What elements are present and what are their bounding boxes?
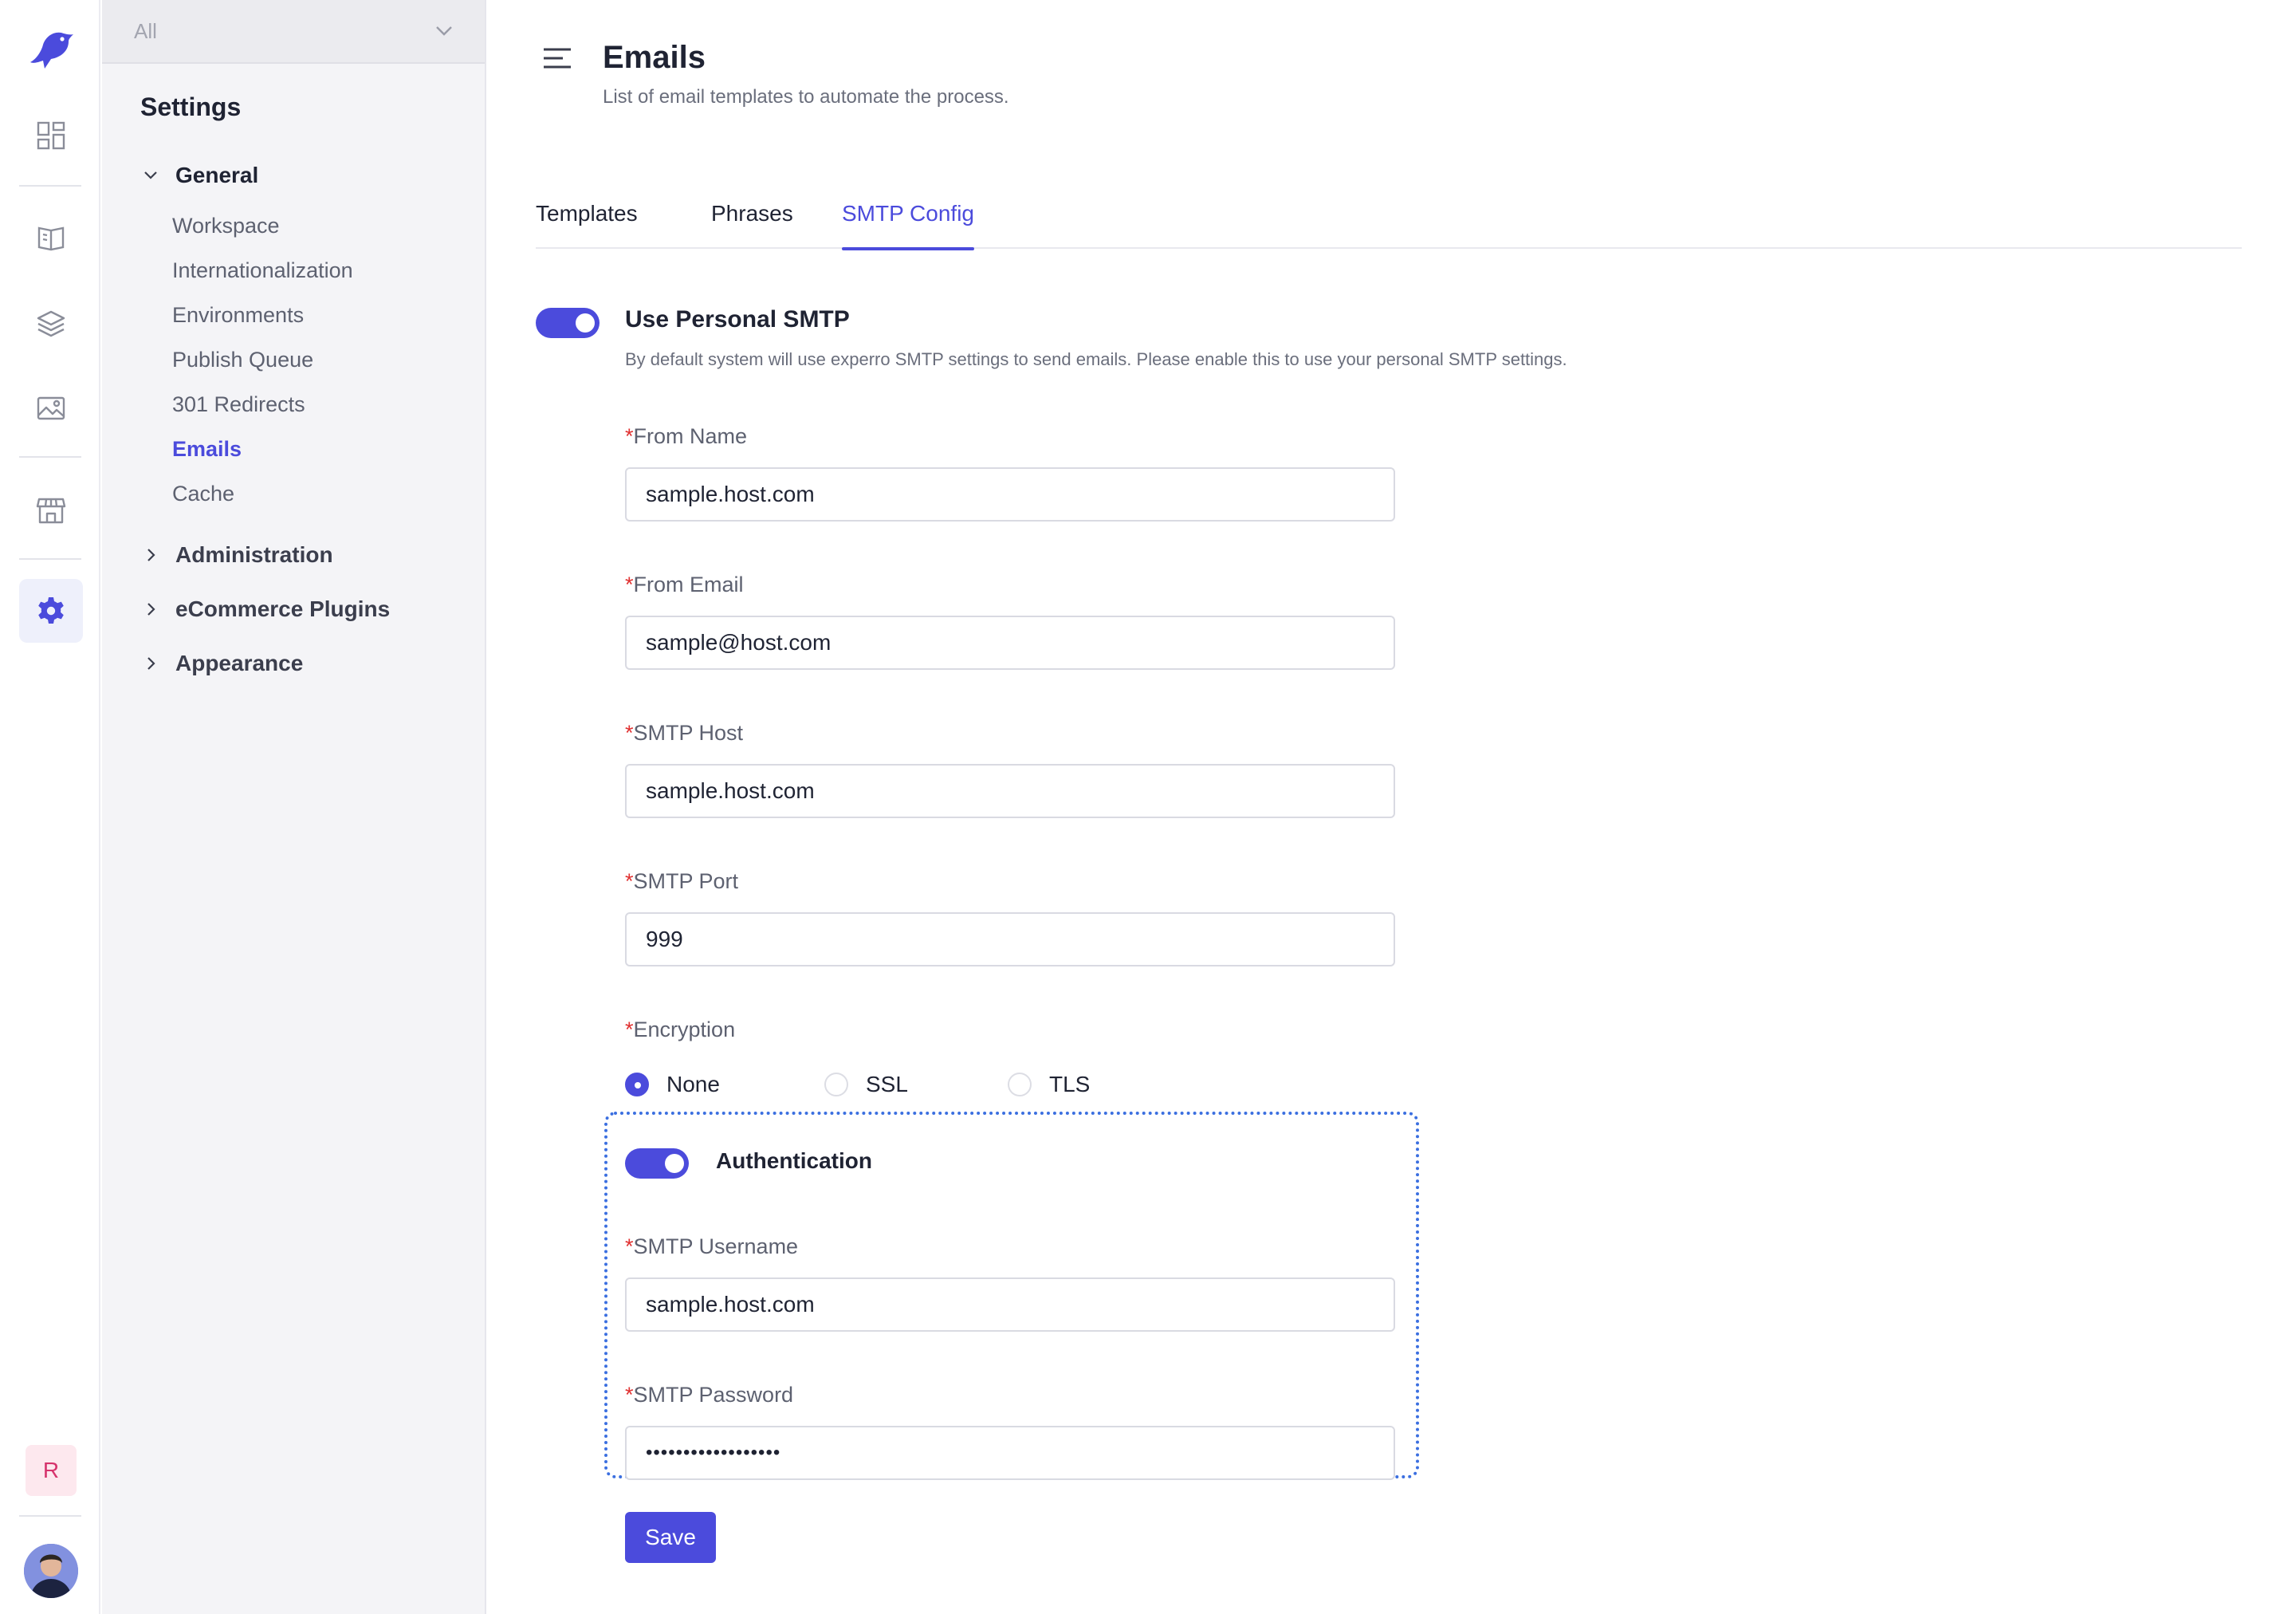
menu-icon[interactable] xyxy=(542,46,572,70)
authentication-label: Authentication xyxy=(716,1148,872,1173)
page-title: Emails xyxy=(603,40,706,75)
image-icon[interactable] xyxy=(19,376,83,440)
save-button[interactable]: Save xyxy=(625,1512,716,1563)
settings-sidebar: All Settings General Workspace Internati… xyxy=(102,0,486,1614)
workspace-badge[interactable]: R xyxy=(26,1445,77,1496)
nav-item-publish-queue[interactable]: Publish Queue xyxy=(172,348,313,372)
rail-divider xyxy=(19,558,81,560)
radio-button-selected[interactable] xyxy=(625,1073,649,1096)
from-name-label: *From Name xyxy=(625,424,747,449)
nav-group-label: eCommerce Plugins xyxy=(175,596,391,621)
workspace-select[interactable]: All xyxy=(102,0,485,64)
field-label-text: SMTP Port xyxy=(633,869,739,893)
required-mark: * xyxy=(625,1383,634,1407)
from-email-label: *From Email xyxy=(625,573,744,597)
page-subtitle: List of email templates to automate the … xyxy=(603,86,1009,108)
store-icon[interactable] xyxy=(19,478,83,542)
radio-label: TLS xyxy=(1049,1072,1091,1096)
smtp-port-field[interactable]: 999 xyxy=(625,912,1395,966)
encryption-option-ssl[interactable]: SSL xyxy=(824,1072,908,1097)
toggle-knob xyxy=(576,313,595,333)
tab-smtp-config[interactable]: SMTP Config xyxy=(842,201,974,250)
required-mark: * xyxy=(625,1018,634,1041)
from-email-field[interactable]: sample@host.com xyxy=(625,616,1395,670)
settings-title: Settings xyxy=(140,93,242,121)
nav-item-workspace[interactable]: Workspace xyxy=(172,214,280,238)
smtp-host-label: *SMTP Host xyxy=(625,721,743,746)
rail-divider xyxy=(19,1515,81,1517)
required-mark: * xyxy=(625,573,634,596)
radio-button[interactable] xyxy=(1008,1073,1032,1096)
main-content: Emails List of email templates to automa… xyxy=(488,0,2296,1614)
nav-group-label: Appearance xyxy=(175,651,304,675)
encryption-label: *Encryption xyxy=(625,1018,735,1042)
layers-icon[interactable] xyxy=(19,292,83,356)
authentication-toggle[interactable] xyxy=(625,1148,689,1179)
smtp-password-label: *SMTP Password xyxy=(625,1383,793,1407)
smtp-username-field[interactable]: sample.host.com xyxy=(625,1277,1395,1332)
nav-group-general[interactable]: General xyxy=(144,163,258,188)
nav-group-label: Administration xyxy=(175,542,333,567)
toggle-knob xyxy=(665,1154,684,1173)
book-icon[interactable] xyxy=(19,206,83,270)
nav-item-internationalization[interactable]: Internationalization xyxy=(172,258,353,283)
field-label-text: SMTP Host xyxy=(633,721,744,745)
chevron-right-icon xyxy=(147,603,155,616)
nav-group-ecommerce-plugins[interactable]: eCommerce Plugins xyxy=(144,596,390,622)
field-label-text: Encryption xyxy=(633,1018,736,1041)
field-label-text: SMTP Password xyxy=(633,1383,794,1407)
avatar[interactable] xyxy=(24,1544,78,1598)
field-label-text: From Name xyxy=(633,424,748,448)
use-personal-smtp-description: By default system will use experro SMTP … xyxy=(625,349,1567,369)
tab-phrases[interactable]: Phrases xyxy=(711,201,793,249)
rail-divider xyxy=(19,456,81,458)
field-label-text: SMTP Username xyxy=(633,1234,799,1258)
chevron-down-icon xyxy=(144,171,157,179)
use-personal-smtp-label: Use Personal SMTP xyxy=(625,306,850,333)
encryption-option-none[interactable]: None xyxy=(625,1072,720,1097)
radio-button[interactable] xyxy=(824,1073,848,1096)
workspace-select-value: All xyxy=(134,18,157,43)
smtp-host-field[interactable]: sample.host.com xyxy=(625,764,1395,818)
icon-rail: R xyxy=(0,0,100,1614)
radio-label: SSL xyxy=(866,1072,908,1096)
nav-item-cache[interactable]: Cache xyxy=(172,482,234,506)
nav-group-label: General xyxy=(175,163,259,187)
nav-item-environments[interactable]: Environments xyxy=(172,303,304,328)
required-mark: * xyxy=(625,721,634,745)
smtp-port-label: *SMTP Port xyxy=(625,869,738,894)
tab-templates[interactable]: Templates xyxy=(536,201,638,249)
dashboard-icon[interactable] xyxy=(19,104,83,167)
bird-logo-icon[interactable] xyxy=(26,27,75,75)
tab-bar: Templates Phrases SMTP Config xyxy=(536,201,2242,250)
nav-item-301-redirects[interactable]: 301 Redirects xyxy=(172,392,305,417)
encryption-option-tls[interactable]: TLS xyxy=(1008,1072,1090,1097)
nav-group-administration[interactable]: Administration xyxy=(144,542,333,568)
radio-label: None xyxy=(666,1072,720,1096)
nav-item-emails[interactable]: Emails xyxy=(172,437,242,462)
required-mark: * xyxy=(625,869,634,893)
required-mark: * xyxy=(625,1234,634,1258)
from-name-field[interactable]: sample.host.com xyxy=(625,467,1395,522)
required-mark: * xyxy=(625,424,634,448)
chevron-right-icon xyxy=(147,657,155,670)
smtp-password-field[interactable]: •••••••••••••••••• xyxy=(625,1426,1395,1480)
use-personal-smtp-toggle[interactable] xyxy=(536,308,600,338)
chevron-right-icon xyxy=(147,549,155,561)
field-label-text: From Email xyxy=(633,573,744,596)
smtp-username-label: *SMTP Username xyxy=(625,1234,798,1259)
gear-icon[interactable] xyxy=(19,579,83,643)
rail-divider xyxy=(19,185,81,187)
nav-group-appearance[interactable]: Appearance xyxy=(144,651,303,676)
chevron-down-icon xyxy=(436,26,452,36)
